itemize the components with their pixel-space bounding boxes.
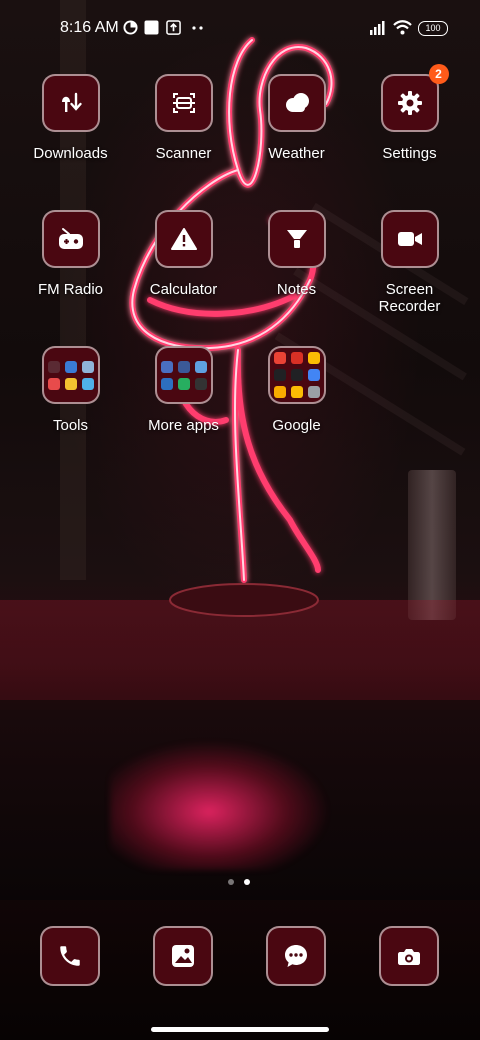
gallery-icon <box>172 945 194 967</box>
wifi-icon <box>392 19 412 35</box>
mini-app-icon <box>307 386 320 398</box>
folder-icon[interactable] <box>267 346 326 404</box>
screen-recorder-tile[interactable] <box>380 210 439 268</box>
mini-app-icon <box>290 386 303 398</box>
app-weather[interactable]: Weather <box>240 74 353 162</box>
settings-icon <box>397 91 422 115</box>
folder-tools[interactable]: Tools <box>14 346 127 434</box>
phone-icon <box>60 946 80 966</box>
notification-badge: 2 <box>428 64 449 84</box>
app-notes[interactable]: Notes <box>240 210 353 298</box>
messages-tile[interactable] <box>266 926 326 986</box>
mini-app-icon <box>290 352 303 364</box>
phone-tile[interactable] <box>40 926 100 986</box>
mini-app-icon <box>290 369 303 381</box>
page-dot[interactable] <box>228 879 234 885</box>
notes-icon <box>286 230 307 248</box>
mini-app-icon <box>64 360 77 373</box>
mini-app-icon <box>160 377 173 390</box>
app-label: Downloads <box>33 145 108 162</box>
status-time: 8:16 AM <box>60 19 119 36</box>
app-screen-recorder[interactable]: Screen Recorder <box>353 210 466 315</box>
mini-app-icon <box>177 360 190 373</box>
notes-tile[interactable] <box>267 210 326 268</box>
scanner-tile[interactable] <box>154 74 213 132</box>
camera-icon <box>398 949 420 965</box>
mini-app-icon <box>81 377 94 390</box>
page-dot-active[interactable] <box>244 879 250 885</box>
folder-icon[interactable] <box>154 346 213 404</box>
weather-tile[interactable] <box>267 74 326 132</box>
scanner-icon <box>172 93 195 113</box>
mini-app-icon <box>160 360 173 373</box>
mini-app-icon <box>81 360 94 373</box>
app-label: Settings <box>382 145 437 162</box>
dock-gallery[interactable] <box>153 926 213 986</box>
app-calculator[interactable]: Calculator <box>127 210 240 298</box>
app-label: Weather <box>268 145 325 162</box>
folder-icon[interactable] <box>41 346 100 404</box>
fm-radio-tile[interactable] <box>41 210 100 268</box>
folder-google[interactable]: Google <box>240 346 353 434</box>
radio-icon <box>58 228 83 249</box>
downloads-icon <box>61 92 82 112</box>
warning-icon <box>170 228 197 250</box>
app-scanner[interactable]: Scanner <box>127 74 240 162</box>
mini-app-icon <box>47 377 60 390</box>
messages-icon <box>285 945 307 967</box>
home-gesture-bar[interactable] <box>151 1027 329 1032</box>
more-dots-icon <box>190 19 206 35</box>
camera-tile[interactable] <box>379 926 439 986</box>
app-label: FM Radio <box>37 281 104 298</box>
app-label: Screen Recorder <box>378 281 441 315</box>
dock-phone[interactable] <box>40 926 100 986</box>
calculator-tile[interactable] <box>154 210 213 268</box>
app-label: Tools <box>52 417 89 434</box>
app-fm-radio[interactable]: FM Radio <box>14 210 127 298</box>
gallery-tile[interactable] <box>153 926 213 986</box>
mini-app-icon <box>273 386 286 398</box>
dock-camera[interactable] <box>379 926 439 986</box>
video-camera-icon <box>397 232 422 246</box>
app-label: Calculator <box>149 281 218 298</box>
dock-messages[interactable] <box>266 926 326 986</box>
mini-app-icon <box>177 377 190 390</box>
settings-tile[interactable]: 2 <box>380 64 449 132</box>
upload-icon <box>165 19 181 35</box>
mini-app-icon <box>273 352 286 364</box>
battery-icon: 100 <box>418 21 448 36</box>
notification-square-icon <box>143 19 159 35</box>
mini-app-icon <box>273 369 286 381</box>
app-label: Google <box>272 417 321 434</box>
app-settings[interactable]: 2 Settings <box>353 64 466 162</box>
mini-app-icon <box>64 377 77 390</box>
folder-more-apps[interactable]: More apps <box>127 346 240 434</box>
mini-app-icon <box>307 352 320 364</box>
weather-icon <box>285 93 309 112</box>
app-label: Notes <box>276 281 317 298</box>
signal-icon <box>368 19 386 35</box>
app-label: Scanner <box>155 145 212 162</box>
data-saver-icon <box>122 19 138 35</box>
folder-preview-grid <box>160 360 207 390</box>
app-downloads[interactable]: Downloads <box>14 74 127 162</box>
folder-preview-grid <box>273 352 320 398</box>
mini-app-icon <box>307 369 320 381</box>
status-bar: 8:16 AM 100 <box>0 0 480 56</box>
app-label: More apps <box>148 417 219 434</box>
folder-preview-grid <box>47 360 94 390</box>
downloads-tile[interactable] <box>41 74 100 132</box>
mini-app-icon <box>47 360 60 373</box>
mini-app-icon <box>194 377 207 390</box>
mini-app-icon <box>194 360 207 373</box>
page-indicator <box>228 879 250 885</box>
